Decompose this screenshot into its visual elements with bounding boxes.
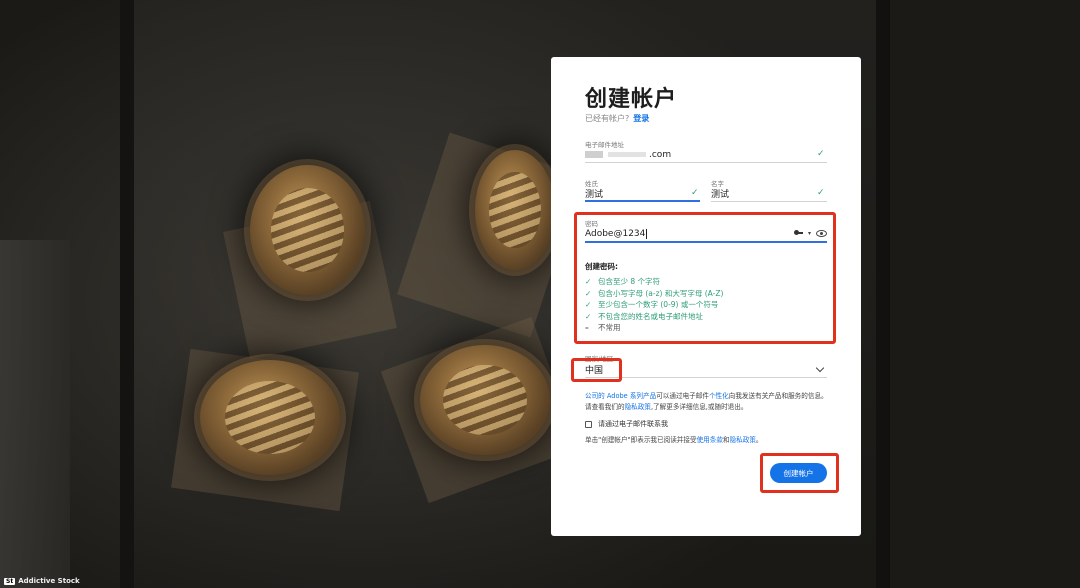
- stock-logo: St: [4, 577, 16, 585]
- create-account-button[interactable]: 创建帐户: [770, 463, 827, 483]
- terms-text: 单击"创建帐户"即表示我已阅读并接受: [585, 436, 697, 444]
- check-icon: ✓: [585, 300, 592, 309]
- login-link[interactable]: 登录: [633, 114, 649, 123]
- pastry: [475, 150, 555, 270]
- rule-text: 不包含您的姓名或电子邮件地址: [598, 311, 703, 321]
- personalized-link[interactable]: 个性化: [709, 392, 729, 400]
- country-value: 中国: [585, 366, 604, 376]
- password-rule: – 不常用: [585, 322, 723, 334]
- check-icon: ✓: [817, 188, 825, 198]
- check-icon: ✓: [691, 188, 699, 198]
- password-tools: ▾: [793, 229, 827, 238]
- check-icon: ✓: [585, 311, 592, 321]
- password-rules-title: 创建密码:: [585, 262, 618, 271]
- background-photo: St Addictive Stock: [0, 0, 1080, 588]
- email-value: .com: [649, 149, 672, 160]
- stock-watermark: St Addictive Stock: [4, 577, 80, 585]
- privacy-policy-link[interactable]: 隐私政策: [730, 436, 756, 444]
- password-rules-list: ✓ 包含至少 8 个字符 ✓ 包含小写字母 (a-z) 和大写字母 (A-Z) ✓ 至…: [585, 276, 723, 334]
- redacted-email-part: [585, 151, 603, 158]
- terms-notice: 单击"创建帐户"即表示我已阅读并接受使用条款和隐私政策。: [585, 434, 763, 444]
- email-field[interactable]: .com: [585, 147, 827, 163]
- terms-of-use-link[interactable]: 使用条款: [697, 436, 723, 444]
- stock-watermark-text: Addictive Stock: [18, 577, 80, 585]
- check-icon: ✓: [585, 288, 592, 298]
- privacy-policy-link[interactable]: 隐私政策: [625, 403, 651, 411]
- pastry: [420, 345, 550, 455]
- password-field[interactable]: Adobe@1234 ▾: [585, 227, 827, 243]
- password-rule: ✓ 不包含您的姓名或电子邮件地址: [585, 311, 723, 323]
- password-key-icon[interactable]: [793, 229, 803, 238]
- create-account-dialog: 创建帐户 已经有帐户? 登录 电子邮件地址 .com ✓ 姓氏 测试 ✓ 名字 测…: [551, 57, 861, 536]
- light-shadow: [0, 240, 70, 588]
- pastry: [200, 360, 340, 475]
- pastry: [250, 165, 365, 295]
- rule-text: 不常用: [598, 323, 621, 332]
- have-account-text: 已经有帐户?: [585, 114, 630, 123]
- show-password-icon[interactable]: [816, 230, 827, 237]
- lastname-field[interactable]: 测试: [585, 186, 700, 202]
- adobe-family-link[interactable]: 公司的 Adobe 系列产品: [585, 392, 656, 400]
- email-optin[interactable]: 请通过电子邮件联系我: [585, 419, 668, 429]
- key-dropdown-icon[interactable]: ▾: [808, 230, 811, 237]
- rule-text: 包含小写字母 (a-z) 和大写字母 (A-Z): [598, 288, 724, 298]
- chevron-down-icon: [815, 363, 825, 373]
- redacted-email-part: [608, 152, 646, 157]
- have-account-line: 已经有帐户? 登录: [585, 113, 649, 124]
- notice-text: 可以通过电子邮件: [656, 392, 709, 400]
- rule-text: 至少包含一个数字 (0-9) 或一个符号: [598, 300, 719, 309]
- lastname-value: 测试: [585, 189, 604, 200]
- password-rule: ✓ 包含小写字母 (a-z) 和大写字母 (A-Z): [585, 288, 723, 300]
- optin-checkbox[interactable]: [585, 420, 592, 428]
- text-cursor: [646, 229, 648, 239]
- password-value: Adobe@1234: [585, 229, 646, 239]
- optin-label: 请通过电子邮件联系我: [598, 420, 668, 428]
- page-title: 创建帐户: [585, 87, 678, 112]
- check-icon: ✓: [585, 277, 592, 286]
- check-icon: ✓: [817, 149, 825, 159]
- dash-icon: –: [585, 323, 589, 332]
- terms-text: 和: [722, 436, 730, 444]
- password-rule: ✓ 至少包含一个数字 (0-9) 或一个符号: [585, 299, 723, 311]
- notice-text: ,了解更多详细信息,或随时退出。: [650, 403, 748, 411]
- marketing-notice: 公司的 Adobe 系列产品可以通过电子邮件个性化向我发送有关产品和服务的信息。…: [585, 391, 829, 413]
- firstname-value: 测试: [711, 190, 730, 200]
- terms-text: 。: [755, 436, 763, 444]
- country-select[interactable]: 中国: [585, 362, 827, 378]
- firstname-field[interactable]: 测试: [711, 186, 827, 202]
- rule-text: 包含至少 8 个字符: [598, 277, 661, 286]
- password-rule: ✓ 包含至少 8 个字符: [585, 276, 723, 288]
